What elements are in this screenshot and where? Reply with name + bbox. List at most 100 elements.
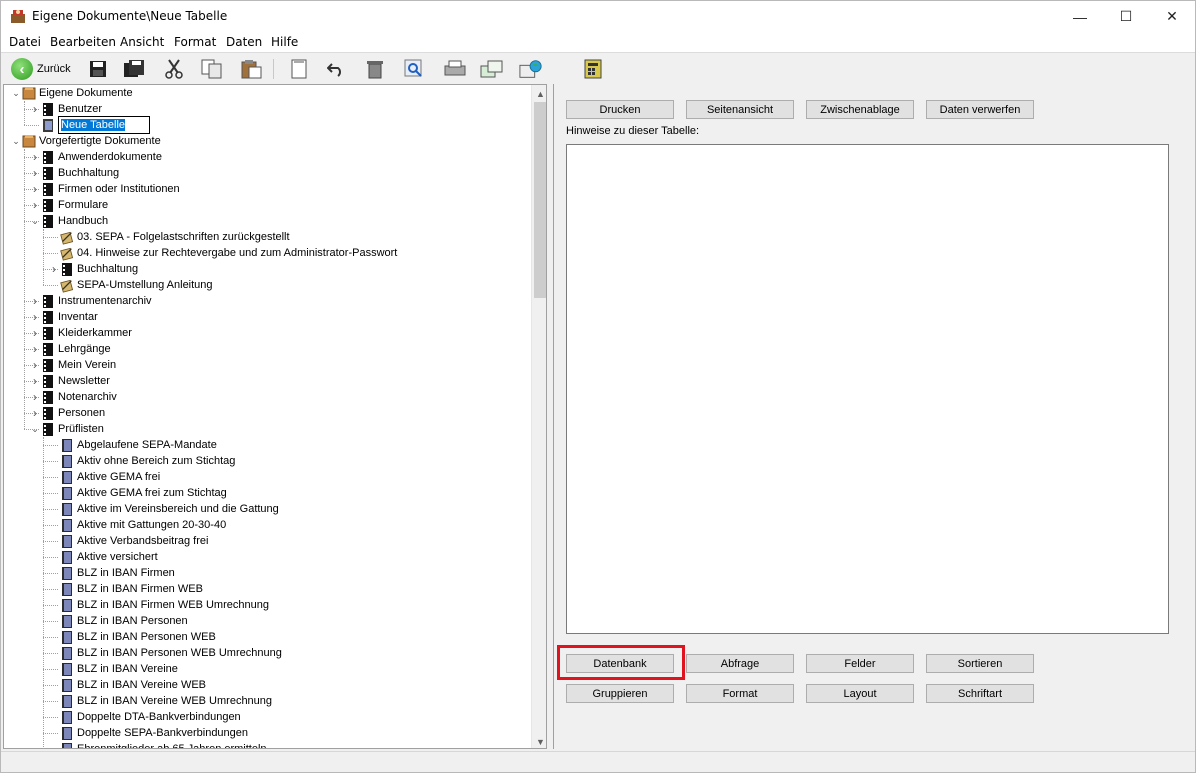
- tree-item[interactable]: Aktive Verbandsbeitrag frei: [48, 533, 208, 549]
- tree-item[interactable]: BLZ in IBAN Vereine: [48, 661, 178, 677]
- tree-item[interactable]: Doppelte SEPA-Bankverbindungen: [48, 725, 248, 741]
- new-document-icon[interactable]: [287, 57, 311, 81]
- tree-item[interactable]: BLZ in IBAN Firmen WEB Umrechnung: [48, 597, 269, 613]
- database-button[interactable]: Datenbank: [566, 654, 674, 673]
- tree-item[interactable]: Aktive versichert: [48, 549, 158, 565]
- expand-chevron-icon[interactable]: ›: [29, 405, 41, 421]
- tree-item[interactable]: › Mein Verein: [29, 357, 116, 373]
- fields-button[interactable]: Felder: [806, 654, 914, 673]
- tree-item[interactable]: › Firmen oder Institutionen: [29, 181, 180, 197]
- tree-item[interactable]: Aktive im Vereinsbereich und die Gattung: [48, 501, 279, 517]
- save-icon[interactable]: [86, 57, 110, 81]
- web-icon[interactable]: [519, 57, 543, 81]
- calculator-icon[interactable]: [581, 57, 605, 81]
- expand-chevron-icon[interactable]: ›: [29, 373, 41, 389]
- expand-chevron-icon[interactable]: ›: [29, 341, 41, 357]
- expand-chevron-icon[interactable]: ›: [29, 165, 41, 181]
- clipboard-button[interactable]: Zwischenablage: [806, 100, 914, 119]
- search-icon[interactable]: [402, 57, 426, 81]
- tree-item[interactable]: Abgelaufene SEPA-Mandate: [48, 437, 217, 453]
- page-preview-button[interactable]: Seitenansicht: [686, 100, 794, 119]
- tree-item[interactable]: › Buchhaltung: [29, 165, 119, 181]
- tree-item[interactable]: › Notenarchiv: [29, 389, 117, 405]
- menu-hilfe[interactable]: Hilfe: [271, 35, 298, 49]
- expand-chevron-icon[interactable]: ›: [29, 293, 41, 309]
- tree-item[interactable]: › Kleiderkammer: [29, 325, 132, 341]
- collapse-chevron-icon[interactable]: ⌄: [29, 421, 41, 437]
- discard-data-button[interactable]: Daten verwerfen: [926, 100, 1034, 119]
- tree-item[interactable]: › Formulare: [29, 197, 108, 213]
- tree-item[interactable]: BLZ in IBAN Vereine WEB: [48, 677, 206, 693]
- expand-chevron-icon[interactable]: ›: [29, 325, 41, 341]
- cut-icon[interactable]: [162, 57, 186, 81]
- tree-item[interactable]: › Lehrgänge: [29, 341, 111, 357]
- tree-item[interactable]: › Inventar: [29, 309, 98, 325]
- font-button[interactable]: Schriftart: [926, 684, 1034, 703]
- paste-icon[interactable]: [239, 57, 263, 81]
- expand-chevron-icon[interactable]: ›: [48, 261, 60, 277]
- delete-icon[interactable]: [363, 57, 387, 81]
- tree-item[interactable]: ⌄ Prüflisten: [29, 421, 104, 437]
- scroll-up-icon[interactable]: ▲: [532, 85, 546, 102]
- tree-item[interactable]: Aktive mit Gattungen 20-30-40: [48, 517, 226, 533]
- maximize-button[interactable]: ☐: [1103, 1, 1149, 32]
- menu-bearbeiten[interactable]: Bearbeiten: [50, 35, 116, 49]
- close-button[interactable]: ✕: [1149, 1, 1195, 32]
- scroll-thumb[interactable]: [534, 102, 546, 298]
- export-icon[interactable]: [480, 57, 504, 81]
- query-button[interactable]: Abfrage: [686, 654, 794, 673]
- menu-datei[interactable]: Datei: [9, 35, 41, 49]
- copy-icon[interactable]: [200, 57, 224, 81]
- menu-ansicht[interactable]: Ansicht: [120, 35, 164, 49]
- tree-item-rename-field[interactable]: Neue Tabelle: [58, 116, 151, 134]
- scroll-down-icon[interactable]: ▼: [532, 733, 546, 748]
- minimize-button[interactable]: —: [1057, 1, 1103, 32]
- tree-item[interactable]: 04. Hinweise zur Rechtevergabe und zum A…: [48, 245, 397, 261]
- collapse-chevron-icon[interactable]: ⌄: [10, 133, 22, 149]
- tree-item[interactable]: BLZ in IBAN Personen WEB: [48, 629, 216, 645]
- format-button[interactable]: Format: [686, 684, 794, 703]
- expand-chevron-icon[interactable]: ›: [29, 357, 41, 373]
- tree-item[interactable]: Ehrenmitglieder ab 65 Jahren ermitteln: [48, 741, 267, 748]
- tree-item[interactable]: BLZ in IBAN Vereine WEB Umrechnung: [48, 693, 272, 709]
- print-button[interactable]: Drucken: [566, 100, 674, 119]
- collapse-chevron-icon[interactable]: ⌄: [10, 85, 22, 101]
- tree-item[interactable]: Doppelte DTA-Bankverbindungen: [48, 709, 241, 725]
- menu-format[interactable]: Format: [174, 35, 216, 49]
- tree-scrollbar[interactable]: ▲ ▼: [531, 85, 546, 748]
- tree-item[interactable]: SEPA-Umstellung Anleitung: [48, 277, 213, 293]
- expand-chevron-icon[interactable]: ›: [29, 309, 41, 325]
- tree-item[interactable]: Neue Tabelle: [29, 116, 151, 134]
- tree-item[interactable]: › Anwenderdokumente: [29, 149, 162, 165]
- sort-button[interactable]: Sortieren: [926, 654, 1034, 673]
- tree-item[interactable]: Aktive GEMA frei: [48, 469, 160, 485]
- expand-chevron-icon[interactable]: ›: [29, 197, 41, 213]
- tree-item[interactable]: ⌄ Handbuch: [29, 213, 108, 229]
- expand-chevron-icon[interactable]: ›: [29, 101, 41, 117]
- tree-item[interactable]: Aktive GEMA frei zum Stichtag: [48, 485, 227, 501]
- tree-item[interactable]: › Newsletter: [29, 373, 110, 389]
- tree-item[interactable]: BLZ in IBAN Personen WEB Umrechnung: [48, 645, 282, 661]
- tree-item[interactable]: Aktiv ohne Bereich zum Stichtag: [48, 453, 235, 469]
- print-icon[interactable]: [443, 57, 467, 81]
- expand-chevron-icon[interactable]: ›: [29, 389, 41, 405]
- collapse-chevron-icon[interactable]: ⌄: [29, 213, 41, 229]
- notes-textarea[interactable]: [566, 144, 1169, 634]
- tree-item[interactable]: › Instrumentenarchiv: [29, 293, 152, 309]
- tree-item[interactable]: › Benutzer: [29, 101, 102, 117]
- tree-item[interactable]: ⌄ Eigene Dokumente: [10, 85, 133, 101]
- group-button[interactable]: Gruppieren: [566, 684, 674, 703]
- expand-chevron-icon[interactable]: ›: [29, 181, 41, 197]
- back-button[interactable]: ‹ Zurück: [11, 57, 75, 81]
- tree-item[interactable]: 03. SEPA - Folgelastschriften zurückgest…: [48, 229, 290, 245]
- undo-icon[interactable]: [324, 57, 348, 81]
- tree-item[interactable]: › Personen: [29, 405, 105, 421]
- menu-daten[interactable]: Daten: [226, 35, 262, 49]
- save-all-icon[interactable]: [122, 57, 146, 81]
- document-tree[interactable]: ⌄ Eigene Dokumente › Benutzer Neue Tabelle ⌄ V…: [3, 84, 547, 749]
- layout-button[interactable]: Layout: [806, 684, 914, 703]
- expand-chevron-icon[interactable]: ›: [29, 149, 41, 165]
- tree-item[interactable]: BLZ in IBAN Personen: [48, 613, 188, 629]
- tree-item[interactable]: BLZ in IBAN Firmen WEB: [48, 581, 203, 597]
- tree-item[interactable]: ⌄ Vorgefertigte Dokumente: [10, 133, 161, 149]
